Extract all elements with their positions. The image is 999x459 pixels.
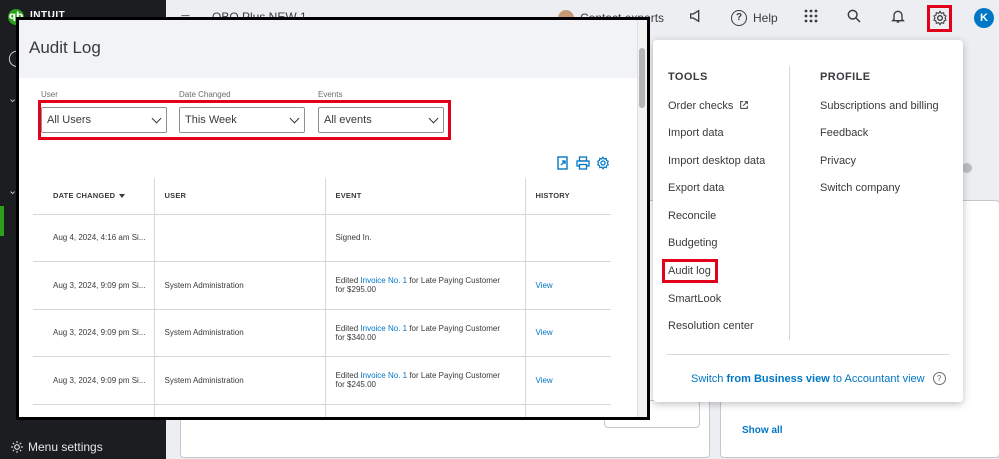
date-changed-cell: Aug 3, 2024, 9:09 pm Si... bbox=[33, 404, 154, 417]
tools-heading: TOOLS bbox=[668, 71, 708, 83]
event-text: for Late Paying Customer bbox=[407, 371, 501, 381]
help-icon[interactable]: ? bbox=[932, 372, 946, 385]
footer-divider bbox=[667, 354, 949, 355]
table-row: Aug 3, 2024, 9:09 pm Si...System Adminis… bbox=[33, 309, 611, 357]
date-changed-cell: Aug 3, 2024, 9:09 pm Si... bbox=[33, 356, 154, 405]
event-text: for Late Paying Customer bbox=[407, 323, 501, 333]
event-amount: for $295.00 bbox=[335, 285, 376, 295]
megaphone-icon[interactable] bbox=[688, 8, 704, 28]
user-cell: System Administration bbox=[153, 356, 325, 405]
history-cell: View bbox=[524, 404, 611, 417]
apps-grid-icon[interactable] bbox=[804, 9, 818, 27]
event-cell: Edited Invoice No. 1 for Late Paying Cus… bbox=[324, 261, 525, 310]
menu-item-budgeting[interactable]: Budgeting bbox=[668, 237, 718, 249]
settings-dropdown: TOOLS PROFILE Order checks Import data I… bbox=[653, 40, 963, 402]
menu-item-export-data[interactable]: Export data bbox=[668, 182, 724, 194]
event-amount: for $340.00 bbox=[335, 332, 376, 342]
table-row: Aug 4, 2024, 4:16 am Si... Signed In. bbox=[33, 214, 611, 262]
date-changed-cell: Aug 3, 2024, 9:09 pm Si... bbox=[33, 261, 154, 310]
table-header-row: DATE CHANGED USER EVENT HISTORY bbox=[33, 178, 611, 215]
table-toolbar bbox=[556, 156, 610, 170]
scrollbar-thumb[interactable] bbox=[639, 48, 645, 108]
event-amount: for $245.00 bbox=[335, 380, 376, 390]
event-cell: Edited Invoice No. 1 for Late Paying Cus… bbox=[324, 356, 525, 405]
audit-log-header: Audit Log bbox=[19, 20, 647, 78]
show-all-link[interactable]: Show all bbox=[742, 425, 783, 436]
column-header-history: HISTORY bbox=[524, 178, 611, 215]
help-button[interactable]: ? Help bbox=[731, 10, 778, 26]
table-row: Aug 3, 2024, 9:09 pm Si...System Adminis… bbox=[33, 404, 611, 417]
table-row: Aug 3, 2024, 9:09 pm Si...System Adminis… bbox=[33, 356, 611, 405]
profile-heading: PROFILE bbox=[820, 71, 871, 83]
menu-item-privacy[interactable]: Privacy bbox=[820, 155, 856, 167]
menu-item-reconcile[interactable]: Reconcile bbox=[668, 210, 716, 222]
event-text: Signed In. bbox=[335, 233, 372, 243]
gear-highlight-box bbox=[927, 5, 952, 32]
invoice-link[interactable]: Invoice No. 1 bbox=[360, 371, 407, 380]
menu-settings-label: Menu settings bbox=[28, 440, 103, 454]
invoice-link[interactable]: Invoice No. 1 bbox=[360, 324, 407, 333]
view-history-link[interactable]: View bbox=[536, 328, 553, 337]
column-divider bbox=[789, 66, 790, 340]
help-icon: ? bbox=[731, 10, 747, 26]
menu-settings-button[interactable]: Menu settings bbox=[10, 440, 103, 454]
external-link-icon bbox=[740, 101, 749, 109]
invoice-link[interactable]: Invoice No. 1 bbox=[360, 276, 407, 285]
menu-item-feedback[interactable]: Feedback bbox=[820, 127, 868, 139]
event-text: Edited bbox=[335, 276, 361, 286]
audit-log-window: Audit Log User Date Changed Events All U… bbox=[16, 17, 650, 420]
filters-highlight-box bbox=[38, 100, 451, 140]
events-filter-label: Events bbox=[318, 90, 343, 99]
search-icon[interactable] bbox=[846, 8, 862, 28]
history-cell: View bbox=[524, 261, 611, 310]
date-filter-label: Date Changed bbox=[179, 90, 231, 99]
user-cell: System Administration bbox=[153, 261, 325, 310]
user-cell: System Administration bbox=[153, 309, 325, 357]
history-cell: View bbox=[524, 356, 611, 405]
audit-log-table: DATE CHANGED USER EVENT HISTORY Aug 4, 2… bbox=[33, 178, 611, 417]
event-text: Edited bbox=[335, 371, 361, 381]
settings-icon[interactable] bbox=[596, 156, 610, 170]
bell-icon[interactable] bbox=[890, 8, 906, 28]
audit-log-highlight-box bbox=[662, 259, 718, 283]
column-header-user: USER bbox=[153, 178, 325, 215]
menu-item-smartlook[interactable]: SmartLook bbox=[668, 293, 721, 305]
page-title: Audit Log bbox=[29, 38, 101, 57]
user-avatar[interactable]: K bbox=[974, 8, 994, 28]
column-header-date-changed[interactable]: DATE CHANGED bbox=[33, 178, 154, 215]
date-changed-cell: Aug 3, 2024, 9:09 pm Si... bbox=[33, 309, 154, 357]
gear-icon bbox=[11, 441, 23, 453]
user-filter-label: User bbox=[41, 90, 58, 99]
date-changed-cell: Aug 4, 2024, 4:16 am Si... bbox=[33, 214, 154, 262]
menu-item-resolution-center[interactable]: Resolution center bbox=[668, 320, 754, 332]
event-text: for Late Paying Customer bbox=[407, 276, 501, 286]
menu-item-import-desktop-data[interactable]: Import desktop data bbox=[668, 155, 765, 167]
event-cell: Signed In. bbox=[324, 214, 525, 262]
user-cell: System Administration bbox=[153, 404, 325, 417]
sort-down-icon bbox=[119, 194, 126, 199]
menu-item-subscriptions-and-billing[interactable]: Subscriptions and billing bbox=[820, 100, 939, 112]
menu-item-import-data[interactable]: Import data bbox=[668, 127, 724, 139]
event-cell: Edited Invoice No. for Arie for $246.32 bbox=[324, 404, 525, 417]
active-nav-indicator bbox=[0, 206, 4, 236]
menu-item-switch-company[interactable]: Switch company bbox=[820, 182, 900, 194]
background-toggle bbox=[962, 163, 972, 173]
table-row: Aug 3, 2024, 9:09 pm Si...System Adminis… bbox=[33, 261, 611, 310]
switch-view-link[interactable]: Switch from Business view to Accountant … bbox=[691, 372, 946, 385]
event-text: Edited bbox=[335, 323, 361, 333]
help-label: Help bbox=[753, 11, 778, 25]
history-cell: View bbox=[524, 309, 611, 357]
user-cell bbox=[153, 214, 325, 262]
history-cell bbox=[524, 214, 611, 262]
print-icon[interactable] bbox=[576, 156, 590, 170]
column-header-event: EVENT bbox=[324, 178, 525, 215]
view-history-link[interactable]: View bbox=[536, 281, 553, 290]
export-icon[interactable] bbox=[556, 156, 570, 170]
view-history-link[interactable]: View bbox=[536, 376, 553, 385]
event-cell: Edited Invoice No. 1 for Late Paying Cus… bbox=[324, 309, 525, 357]
menu-item-order-checks[interactable]: Order checks bbox=[668, 100, 749, 112]
